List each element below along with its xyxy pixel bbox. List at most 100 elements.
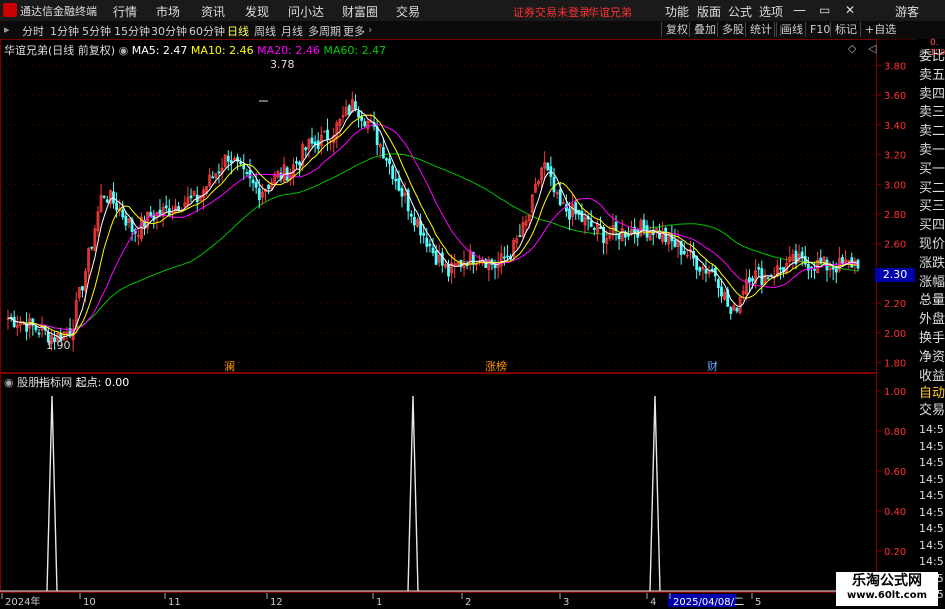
menu-item-shichang[interactable]: 市场	[156, 3, 180, 20]
x-axis-label: 10	[83, 597, 96, 608]
moving-average-lines	[7, 108, 859, 340]
legend-ma10: MA10: 2.46	[190, 44, 254, 57]
candle-body	[502, 256, 506, 259]
menu-item-jiaoyi[interactable]: 交易	[396, 3, 420, 20]
auto-label[interactable]: 自动	[919, 386, 945, 401]
candle-body	[226, 155, 230, 162]
quote-label[interactable]: 涨幅	[919, 275, 945, 290]
candle-body	[363, 121, 367, 127]
candle-body	[757, 267, 761, 270]
period-monthly[interactable]: 月线	[281, 23, 303, 39]
overlay-button[interactable]: 叠加	[689, 22, 720, 37]
minimize-icon[interactable]: —	[793, 3, 806, 18]
candle-body	[90, 246, 94, 249]
close-icon[interactable]: ✕	[845, 3, 855, 17]
draw-line-button[interactable]: 画线	[776, 22, 807, 37]
menu-item-zixun[interactable]: 资讯	[201, 3, 225, 20]
chart-collapse-icon[interactable]: ◁	[868, 42, 876, 55]
quote-label[interactable]: 卖二	[919, 124, 945, 139]
chart-settings-icon[interactable]: ◇	[848, 42, 856, 55]
quote-label[interactable]: 买三	[919, 199, 945, 214]
tick-time: 14:5	[919, 555, 944, 568]
quote-label[interactable]: 委比	[919, 49, 945, 64]
stats-button[interactable]: 统计	[745, 22, 776, 37]
high-price-label: 3.78	[270, 58, 295, 71]
candle-body	[720, 286, 723, 297]
guest-user[interactable]: 游客	[895, 3, 919, 20]
quote-label[interactable]: 现价	[919, 237, 945, 252]
quote-label[interactable]: 买四	[919, 218, 945, 233]
period-toolbar: ▸ 分时 1分钟 5分钟 15分钟 30分钟 60分钟 日线 周线 月线 多周期…	[0, 21, 945, 40]
period-more[interactable]: 更多	[343, 23, 365, 39]
menu-xuanxiang[interactable]: 选项	[759, 3, 783, 20]
candle-body	[34, 325, 38, 331]
quote-label[interactable]: 收益	[919, 369, 945, 384]
quote-label[interactable]: 卖四	[919, 87, 945, 102]
multi-stock-button[interactable]: 多股	[717, 22, 748, 37]
menu-item-hangqing[interactable]: 行情	[113, 3, 137, 20]
quote-label[interactable]: 总量	[919, 293, 945, 308]
candle-body	[552, 176, 556, 193]
indicator-axis-label: 0.60	[884, 467, 906, 478]
candle-body	[375, 126, 379, 146]
menu-gongshi[interactable]: 公式	[728, 3, 752, 20]
legend-eye-icon[interactable]: ◉	[119, 44, 129, 57]
candle-body	[751, 278, 754, 282]
sub-legend-eye-icon[interactable]: ◉	[4, 376, 14, 389]
trade-label[interactable]: 交易	[919, 403, 945, 418]
candle-body	[717, 279, 720, 289]
period-30min[interactable]: 30分钟	[151, 23, 187, 39]
mark-button[interactable]: 标记	[830, 22, 861, 37]
quote-label[interactable]: 涨跌	[919, 256, 945, 271]
tick-time: 14:5	[919, 423, 944, 436]
menu-item-faxian[interactable]: 发现	[245, 3, 269, 20]
period-15min[interactable]: 15分钟	[114, 23, 150, 39]
period-multi[interactable]: 多周期	[308, 23, 341, 39]
price-axis-label: 2.80	[884, 210, 906, 221]
add-watchlist-button[interactable]: +自选	[860, 22, 900, 37]
x-axis-label: 4	[650, 597, 656, 608]
event-label-1[interactable]: 澜	[224, 358, 235, 374]
event-label-2[interactable]: 涨榜	[485, 358, 507, 374]
menu-item-wenxiaoda[interactable]: 问小达	[288, 3, 324, 20]
quote-label[interactable]: 卖三	[919, 105, 945, 120]
period-60min[interactable]: 60分钟	[189, 23, 225, 39]
period-weekly[interactable]: 周线	[254, 23, 276, 39]
quote-label[interactable]: 净资	[919, 350, 945, 365]
period-5min[interactable]: 5分钟	[82, 23, 111, 39]
legend-ma20: MA20: 2.46	[257, 44, 320, 57]
sub-legend-value: 起点: 0.00	[75, 376, 130, 389]
period-daily[interactable]: 日线	[227, 23, 249, 39]
period-fenshi[interactable]: 分时	[22, 23, 44, 39]
quote-label[interactable]: 卖一	[919, 143, 945, 158]
watermark-line2: www.60lt.com	[846, 590, 927, 601]
maximize-icon[interactable]: ▭	[819, 3, 830, 17]
candle-body	[313, 141, 317, 145]
login-warning[interactable]: 证券交易未登录	[513, 4, 590, 20]
title-bar: 通达信金融终端 行情 市场 资讯 发现 问小达 财富圈 交易 证券交易未登录 华…	[0, 0, 945, 22]
quote-label[interactable]: 买二	[919, 181, 945, 196]
sub-legend-title: 股朋指标网	[17, 376, 73, 389]
menu-banmian[interactable]: 版面	[697, 3, 721, 20]
price-axis-label: 2.20	[884, 299, 906, 310]
candle-body	[558, 189, 562, 206]
candle-body	[704, 269, 708, 274]
event-label-3[interactable]: 财	[707, 358, 718, 374]
candle-body	[447, 264, 450, 277]
candle-body	[310, 137, 314, 144]
quote-label[interactable]: 买一	[919, 162, 945, 177]
candle-body	[357, 111, 360, 118]
kline-chart[interactable]: 3.803.603.403.203.002.802.602.402.202.00…	[0, 39, 915, 609]
toolbar-nav-icon[interactable]: ▸	[4, 23, 10, 36]
quote-label[interactable]: 外盘	[919, 312, 945, 327]
menu-item-caifuquan[interactable]: 财富圈	[342, 3, 378, 20]
candle-body	[617, 233, 621, 240]
quote-label[interactable]: 卖五	[919, 68, 945, 83]
candle-body	[124, 215, 128, 226]
indicator-spike	[46, 395, 58, 592]
fuquan-button[interactable]: 复权	[661, 22, 692, 37]
more-chevron-icon[interactable]: ›	[368, 23, 372, 36]
period-1min[interactable]: 1分钟	[50, 23, 79, 39]
quote-label[interactable]: 换手	[919, 331, 945, 346]
menu-gongneng[interactable]: 功能	[665, 3, 689, 20]
